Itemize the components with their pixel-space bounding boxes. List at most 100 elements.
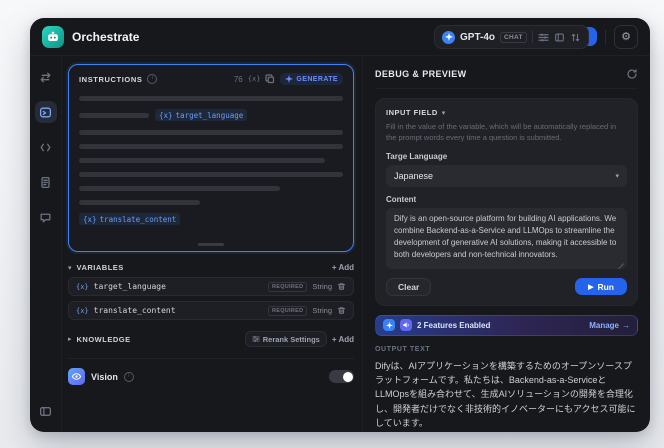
required-badge: REQUIRED bbox=[267, 305, 308, 316]
manage-features-button[interactable]: Manage → bbox=[589, 321, 630, 330]
desktop-background: Orchestrate GPT-4o CHAT ⚙ INSTRUCTIONS i… bbox=[0, 0, 664, 448]
insert-variable-button[interactable]: {x} bbox=[248, 75, 261, 83]
skeleton-bar bbox=[79, 199, 201, 205]
nav-api-access[interactable] bbox=[35, 136, 57, 158]
target-language-value: Japanese bbox=[394, 170, 434, 181]
generate-button[interactable]: GENERATE bbox=[280, 73, 343, 85]
skeleton-bar bbox=[79, 157, 325, 163]
vision-feature-badge bbox=[68, 368, 85, 385]
delete-variable-button[interactable] bbox=[337, 282, 346, 291]
features-enabled-bar: 2 Features Enabled Manage → bbox=[375, 314, 638, 336]
resize-handle[interactable] bbox=[198, 243, 224, 246]
gear-icon: ⚙ bbox=[621, 31, 631, 43]
chevron-down-icon[interactable]: ▾ bbox=[68, 264, 72, 272]
model-tokens-icon[interactable] bbox=[570, 32, 581, 43]
skeleton-bar bbox=[79, 95, 343, 101]
variable-token: {x} bbox=[76, 306, 89, 315]
toggle-knob bbox=[342, 371, 353, 382]
variable-chip-translate-content[interactable]: {x} translate_content bbox=[79, 213, 181, 225]
input-field-card: INPUT FIELD ▾ Fill in the value of the v… bbox=[375, 98, 638, 306]
collapse-sidebar-button[interactable] bbox=[35, 400, 57, 422]
vision-toggle[interactable] bbox=[329, 370, 354, 383]
vision-label: Vision bbox=[91, 371, 118, 382]
copy-prompt-button[interactable] bbox=[265, 74, 275, 84]
add-knowledge-button[interactable]: + Add bbox=[332, 335, 354, 344]
swap-arrows-icon bbox=[39, 71, 52, 84]
variable-token: {x} bbox=[76, 282, 89, 291]
knowledge-header: ▸ KNOWLEDGE Rerank Settings + Add bbox=[68, 331, 354, 347]
content-textarea[interactable]: Dify is an open-source platform for buil… bbox=[386, 207, 627, 269]
feature-icon-1 bbox=[383, 319, 395, 331]
app-body: INSTRUCTIONS i 76 {x} GENERATE {x} targe… bbox=[30, 56, 650, 432]
divider bbox=[531, 31, 533, 43]
manage-label: Manage bbox=[589, 320, 619, 330]
chevron-right-icon[interactable]: ▸ bbox=[68, 335, 72, 343]
instructions-editor[interactable]: INSTRUCTIONS i 76 {x} GENERATE {x} targe… bbox=[68, 64, 354, 252]
output-section: OUTPUT TEXT Difyは、AIアプリケーションを構築するためのオープン… bbox=[375, 346, 638, 433]
output-title: OUTPUT TEXT bbox=[375, 345, 431, 353]
chevron-down-icon: ▾ bbox=[615, 172, 619, 180]
app-window: Orchestrate GPT-4o CHAT ⚙ INSTRUCTIONS i… bbox=[30, 18, 650, 432]
features-enabled-label: 2 Features Enabled bbox=[417, 320, 491, 330]
variable-name: target_language bbox=[93, 282, 166, 291]
chevron-down-icon: ▾ bbox=[441, 109, 446, 117]
app-switcher-button[interactable] bbox=[35, 66, 57, 88]
output-text: Difyは、AIアプリケーションを構築するためのオープンソースプラットフォームで… bbox=[375, 360, 636, 429]
model-selector[interactable]: GPT-4o CHAT bbox=[434, 25, 589, 49]
variable-token: {x} bbox=[159, 110, 173, 120]
app-settings-button[interactable]: ⚙ bbox=[614, 24, 638, 49]
variables-header: ▾ VARIABLES + Add bbox=[68, 263, 354, 272]
skeleton-bar bbox=[79, 143, 343, 149]
robot-icon bbox=[46, 30, 60, 44]
input-field-header[interactable]: INPUT FIELD ▾ bbox=[386, 108, 627, 117]
instructions-title: INSTRUCTIONS bbox=[79, 74, 143, 84]
variable-chip-label: target_language bbox=[175, 110, 244, 120]
document-icon bbox=[39, 176, 52, 189]
app-logo bbox=[42, 25, 64, 48]
variable-type: String bbox=[312, 306, 332, 315]
variable-chip-label: translate_content bbox=[99, 214, 177, 224]
instructions-header: INSTRUCTIONS i 76 {x} GENERATE bbox=[79, 73, 343, 85]
skeleton-bar bbox=[79, 171, 343, 177]
delete-variable-button[interactable] bbox=[337, 306, 346, 315]
input-field-description: Fill in the value of the variable, which… bbox=[386, 122, 617, 143]
model-name: GPT-4o bbox=[460, 31, 496, 43]
debug-title: DEBUG & PREVIEW bbox=[375, 69, 467, 79]
play-icon: ▶ bbox=[588, 283, 594, 291]
rerank-settings-button[interactable]: Rerank Settings bbox=[244, 331, 327, 347]
target-language-select[interactable]: Japanese ▾ bbox=[386, 164, 627, 187]
divider bbox=[605, 29, 606, 44]
skeleton-bar bbox=[79, 129, 343, 135]
variables-title: VARIABLES bbox=[76, 263, 124, 272]
arrow-right-icon: → bbox=[622, 320, 630, 330]
page-title: Orchestrate bbox=[72, 29, 140, 44]
skeleton-bar bbox=[79, 112, 149, 118]
nav-orchestrate[interactable] bbox=[34, 101, 57, 123]
debug-actions: Clear ▶ Run bbox=[386, 277, 627, 296]
model-memory-icon[interactable] bbox=[554, 32, 565, 43]
variable-row-target-language[interactable]: {x} target_language REQUIRED String bbox=[68, 277, 354, 296]
info-icon[interactable]: i bbox=[123, 371, 134, 382]
model-params-icon[interactable] bbox=[538, 32, 549, 43]
variable-row-translate-content[interactable]: {x} translate_content REQUIRED String bbox=[68, 301, 354, 320]
nav-logs[interactable] bbox=[35, 171, 57, 193]
resize-corner-icon[interactable] bbox=[616, 258, 624, 266]
sparkle-icon bbox=[285, 75, 294, 83]
variable-type: String bbox=[312, 282, 332, 291]
prompt-terminal-icon bbox=[39, 106, 52, 119]
rerank-settings-label: Rerank Settings bbox=[262, 334, 320, 344]
input-field-title: INPUT FIELD bbox=[386, 108, 438, 117]
orchestrate-panel: INSTRUCTIONS i 76 {x} GENERATE {x} targe… bbox=[62, 56, 362, 432]
clear-button[interactable]: Clear bbox=[386, 277, 432, 296]
knowledge-title: KNOWLEDGE bbox=[76, 334, 131, 344]
variable-name: translate_content bbox=[93, 306, 176, 315]
chat-bubble-icon bbox=[39, 211, 52, 224]
variable-chip-target-language[interactable]: {x} target_language bbox=[155, 109, 248, 121]
restart-debug-button[interactable] bbox=[626, 68, 638, 80]
nav-annotations[interactable] bbox=[35, 206, 57, 228]
add-variable-button[interactable]: + Add bbox=[332, 263, 354, 272]
run-button[interactable]: ▶ Run bbox=[575, 278, 627, 295]
app-header: Orchestrate GPT-4o CHAT ⚙ bbox=[30, 18, 650, 56]
required-badge: REQUIRED bbox=[267, 281, 308, 292]
info-icon[interactable]: i bbox=[147, 74, 158, 84]
